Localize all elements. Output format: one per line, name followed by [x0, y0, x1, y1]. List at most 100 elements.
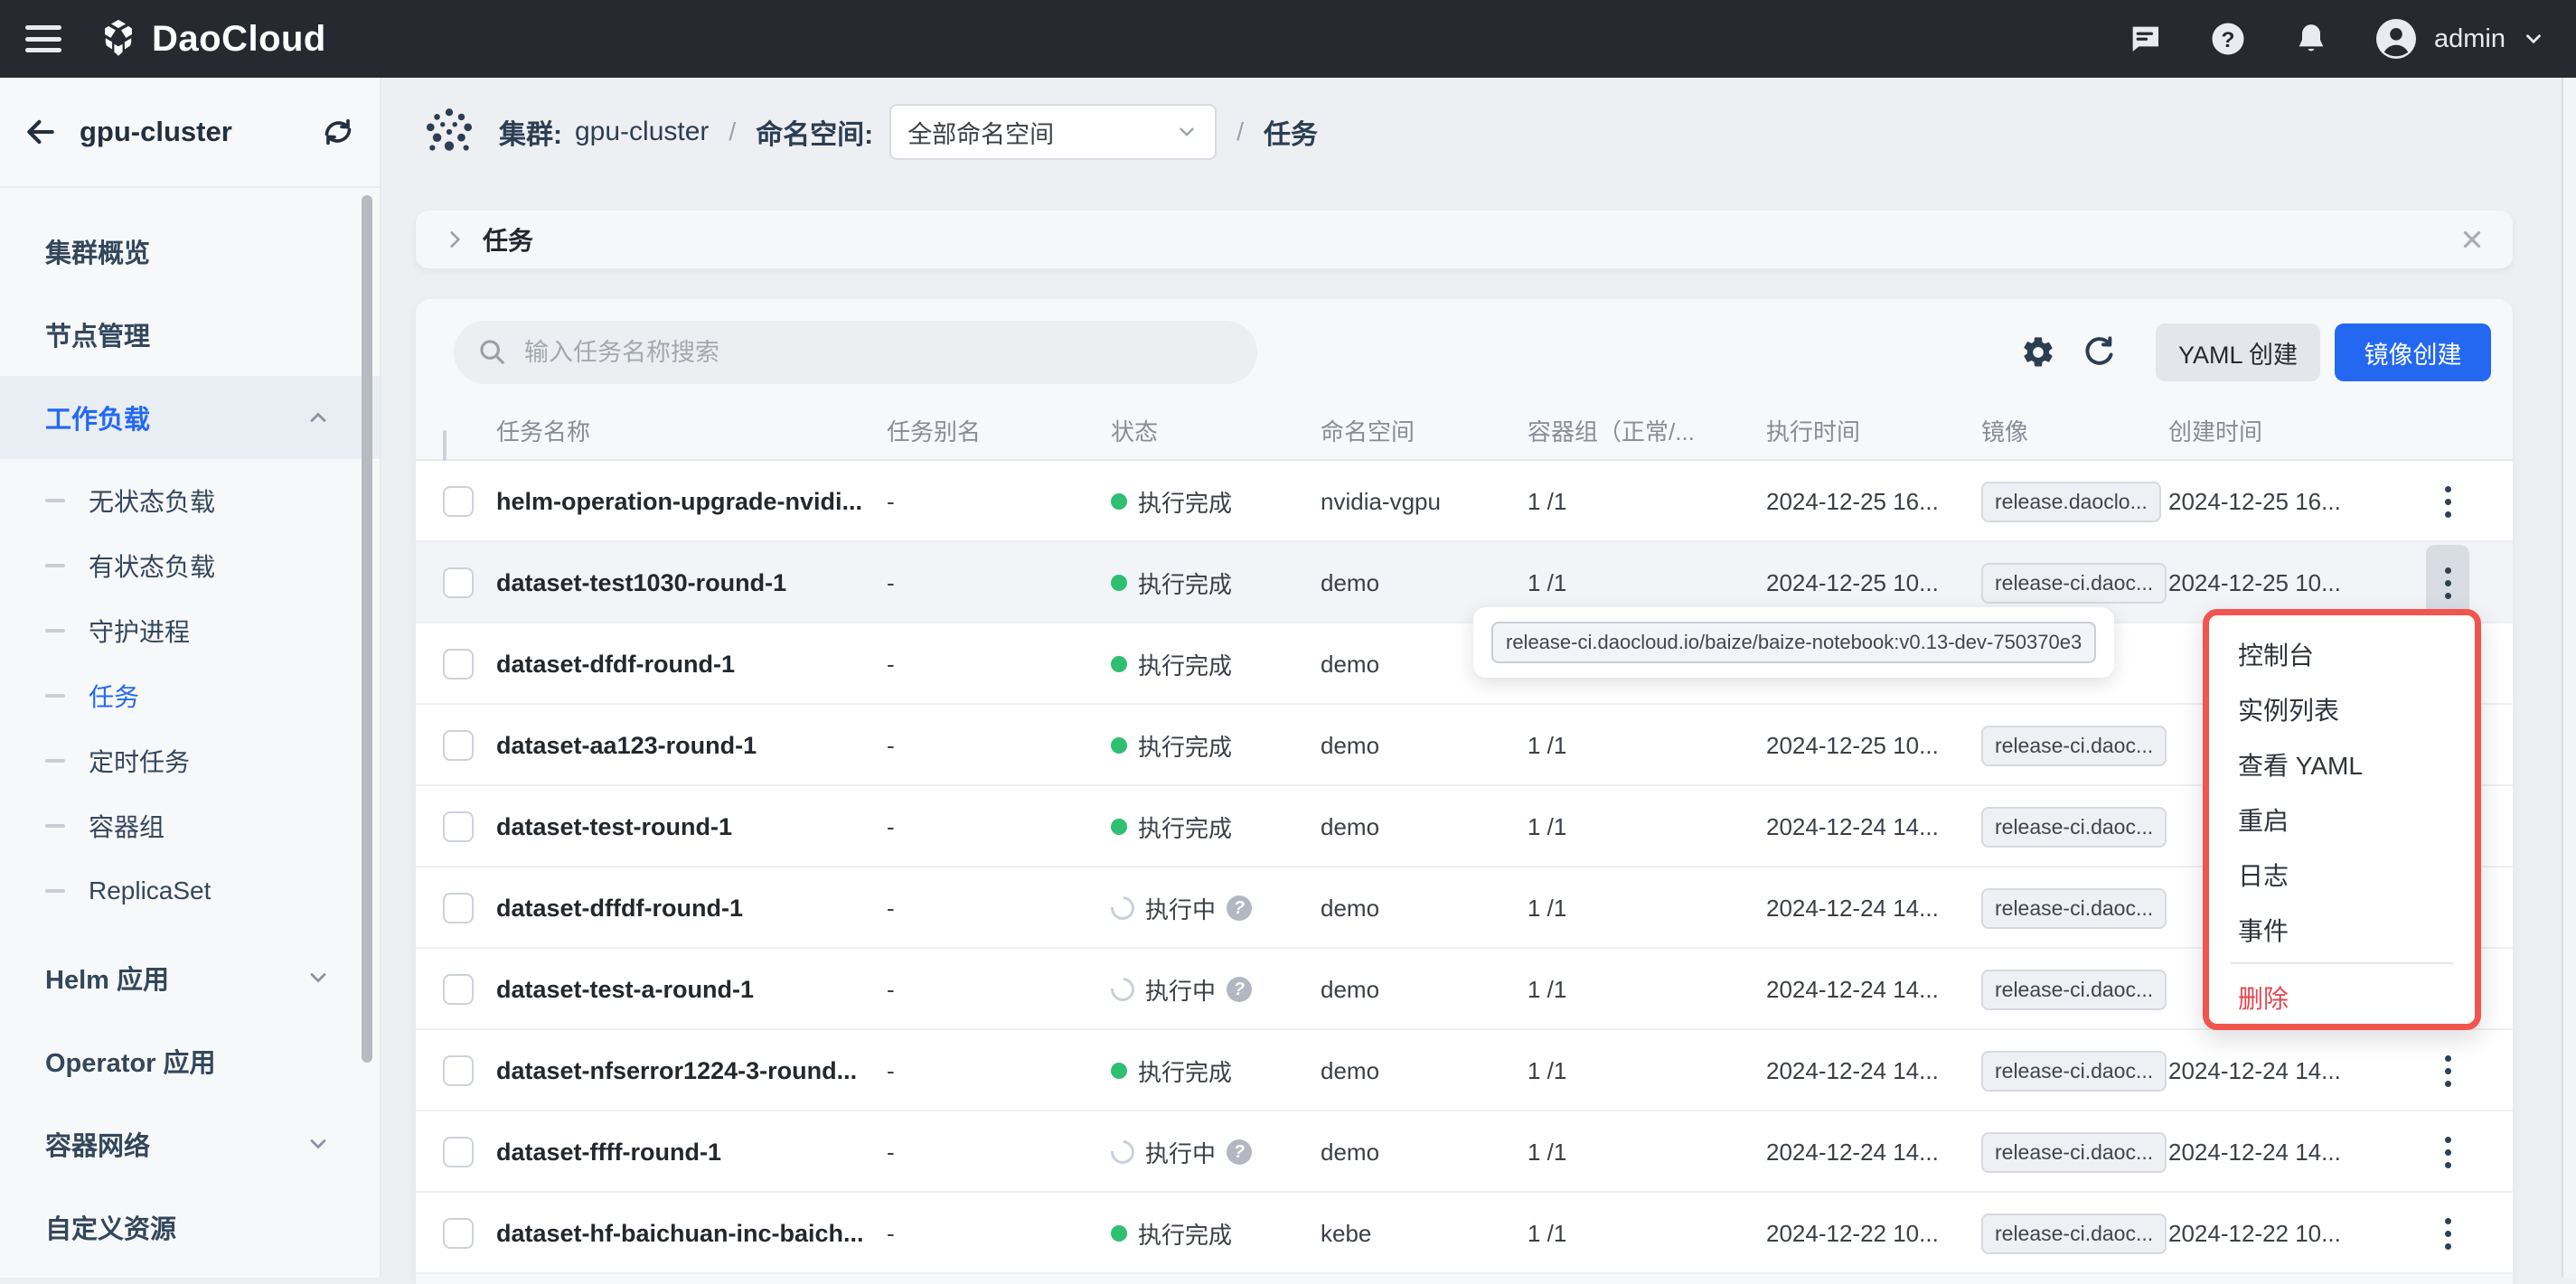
- menu-item-logs[interactable]: 日志: [2209, 847, 2475, 902]
- question-badge-icon[interactable]: ?: [1227, 895, 1252, 921]
- row-checkbox[interactable]: [443, 811, 474, 842]
- col-task-name[interactable]: 任务名称: [496, 405, 590, 459]
- image-tag[interactable]: release-ci.daoc...: [1981, 1051, 2167, 1092]
- menu-item-instance-list[interactable]: 实例列表: [2209, 681, 2475, 736]
- refresh-icon[interactable]: [2076, 329, 2123, 376]
- row-checkbox[interactable]: [443, 649, 474, 679]
- task-name[interactable]: helm-operation-upgrade-nvidi...: [496, 461, 862, 542]
- image-tag[interactable]: release-ci.daoc...: [1981, 563, 2167, 604]
- breadcrumb: 集群: gpu-cluster / 命名空间: 全部命名空间 / 任务: [380, 78, 2576, 186]
- table-row[interactable]: dataset-nfserror1224-3-round... - 执行完成 ?…: [416, 1030, 2513, 1111]
- row-checkbox[interactable]: [443, 1055, 474, 1086]
- namespace-select[interactable]: 全部命名空间: [889, 104, 1217, 160]
- image-tag[interactable]: release-ci.daoc...: [1981, 1132, 2167, 1173]
- table-row[interactable]: dataset-test-round-1 - 执行完成 ? demo 1 /1 …: [416, 786, 2513, 867]
- image-tag[interactable]: release-ci.daoc...: [1981, 807, 2167, 848]
- table-row[interactable]: dataset-ffff-round-1 - 执行中 ? demo 1 /1 2…: [416, 1111, 2513, 1193]
- table-row[interactable]: dataset-dffdf-round-1 - 执行中 ? demo 1 /1 …: [416, 867, 2513, 949]
- question-badge-icon[interactable]: ?: [1227, 977, 1252, 1002]
- row-checkbox[interactable]: [443, 730, 474, 761]
- image-tag[interactable]: release.daoclo...: [1981, 482, 2161, 522]
- image-create-button[interactable]: 镜像创建: [2335, 323, 2491, 381]
- hamburger-menu-icon[interactable]: [25, 25, 61, 52]
- sidebar-item-deployments[interactable]: 无状态负载: [0, 468, 380, 533]
- tab-title[interactable]: 任务: [483, 221, 2458, 258]
- menu-item-view-yaml[interactable]: 查看 YAML: [2209, 736, 2475, 792]
- back-arrow-icon[interactable]: [24, 115, 58, 149]
- row-actions-kebab-icon[interactable]: [2426, 1033, 2469, 1109]
- sidebar-item-cluster-overview[interactable]: 集群概览: [0, 210, 380, 293]
- row-actions-kebab-icon[interactable]: [2426, 464, 2469, 539]
- col-namespace[interactable]: 命名空间: [1321, 405, 1415, 459]
- brand[interactable]: DaoCloud: [98, 18, 326, 60]
- row-checkbox[interactable]: [443, 486, 474, 517]
- search-input[interactable]: [522, 338, 1207, 368]
- sidebar-item-custom-resources[interactable]: 自定义资源: [0, 1186, 380, 1269]
- search-box[interactable]: [454, 321, 1257, 384]
- task-name[interactable]: dataset-dffdf-round-1: [496, 867, 743, 949]
- table-row[interactable]: dataset-test-a-round-1 - 执行中 ? demo 1 /1…: [416, 949, 2513, 1030]
- table-row[interactable]: helm-operation-upgrade-nvidi... - 执行完成 ?…: [416, 461, 2513, 542]
- table-row[interactable]: dataset-dfdf-round-1 - 执行完成 ? demo: [416, 623, 2513, 705]
- table-row[interactable]: dataset-aa123-round-1 - 执行完成 ? demo 1 /1…: [416, 705, 2513, 786]
- task-name[interactable]: dataset-test-round-1: [496, 786, 732, 867]
- menu-item-delete[interactable]: 删除: [2209, 970, 2475, 1025]
- row-checkbox[interactable]: [443, 567, 474, 598]
- sidebar-item-helm-apps[interactable]: Helm 应用: [0, 936, 380, 1019]
- task-name[interactable]: dataset-test-a-round-1: [496, 949, 754, 1030]
- image-tag[interactable]: release-ci.daoc...: [1981, 888, 2167, 929]
- switch-cluster-icon[interactable]: [320, 114, 356, 150]
- col-created[interactable]: 创建时间: [2168, 405, 2262, 459]
- row-actions-kebab-icon[interactable]: [2426, 1195, 2469, 1271]
- sidebar-scrollbar[interactable]: [362, 195, 372, 1063]
- yaml-create-button[interactable]: YAML 创建: [2156, 323, 2320, 381]
- sidebar-item-cronjobs[interactable]: 定时任务: [0, 728, 380, 793]
- task-name[interactable]: dataset-hf-baichuan-inc-baich...: [496, 1193, 864, 1274]
- sidebar-item-container-network[interactable]: 容器网络: [0, 1102, 380, 1186]
- select-all-checkbox[interactable]: [443, 430, 447, 461]
- task-name[interactable]: dataset-aa123-round-1: [496, 705, 757, 786]
- question-badge-icon[interactable]: ?: [1227, 1139, 1252, 1165]
- sidebar-item-workloads[interactable]: 工作负载: [0, 376, 380, 459]
- task-alias: -: [887, 705, 895, 786]
- tab-close-icon[interactable]: [2458, 226, 2486, 253]
- tab-chevron-icon[interactable]: [443, 228, 466, 251]
- page-scrollbar[interactable]: [2562, 78, 2576, 1278]
- task-name[interactable]: dataset-ffff-round-1: [496, 1111, 721, 1193]
- col-exec-time[interactable]: 执行时间: [1766, 405, 1860, 459]
- sidebar-item-pods[interactable]: 容器组: [0, 793, 380, 858]
- menu-item-console[interactable]: 控制台: [2209, 626, 2475, 681]
- gear-icon[interactable]: [2015, 329, 2062, 376]
- sidebar-item-replicaset[interactable]: ReplicaSet: [0, 858, 380, 923]
- col-pods[interactable]: 容器组（正常/...: [1528, 405, 1695, 459]
- col-task-alias[interactable]: 任务别名: [887, 405, 981, 459]
- row-checkbox[interactable]: [443, 974, 474, 1005]
- sidebar: gpu-cluster 集群概览 节点管理 工作负载 无状态负载 有状态负载 守…: [0, 78, 381, 1278]
- row-checkbox[interactable]: [443, 1137, 474, 1167]
- sidebar-item-node-management[interactable]: 节点管理: [0, 293, 380, 376]
- row-checkbox[interactable]: [443, 1218, 474, 1249]
- col-status[interactable]: 状态: [1111, 405, 1158, 459]
- image-tag[interactable]: release-ci.daoc...: [1981, 1214, 2167, 1254]
- sidebar-item-jobs[interactable]: 任务: [0, 663, 380, 728]
- table-row[interactable]: dataset-hf-baichuan-inc-baich... - 执行完成 …: [416, 1193, 2513, 1274]
- col-image[interactable]: 镜像: [1981, 405, 2028, 459]
- image-tag[interactable]: release-ci.daoc...: [1981, 726, 2167, 766]
- sidebar-item-operator-apps[interactable]: Operator 应用: [0, 1019, 380, 1102]
- message-icon[interactable]: [2125, 19, 2165, 59]
- sidebar-item-statefulsets[interactable]: 有状态负载: [0, 533, 380, 598]
- image-tag[interactable]: release-ci.daoc...: [1981, 970, 2167, 1010]
- sidebar-item-daemonsets[interactable]: 守护进程: [0, 598, 380, 663]
- row-checkbox[interactable]: [443, 893, 474, 923]
- table-row[interactable]: dataset-test1030-round-1 - 执行完成 ? demo 1…: [416, 542, 2513, 623]
- help-icon[interactable]: ?: [2208, 19, 2248, 59]
- cluster-value[interactable]: gpu-cluster: [575, 117, 709, 147]
- notification-bell-icon[interactable]: [2291, 19, 2331, 59]
- user-menu[interactable]: admin: [2374, 17, 2545, 61]
- menu-item-events[interactable]: 事件: [2209, 902, 2475, 957]
- row-actions-kebab-icon[interactable]: [2426, 1114, 2469, 1190]
- task-name[interactable]: dataset-nfserror1224-3-round...: [496, 1030, 857, 1111]
- menu-item-restart[interactable]: 重启: [2209, 792, 2475, 847]
- task-name[interactable]: dataset-test1030-round-1: [496, 542, 786, 623]
- task-name[interactable]: dataset-dfdf-round-1: [496, 623, 735, 705]
